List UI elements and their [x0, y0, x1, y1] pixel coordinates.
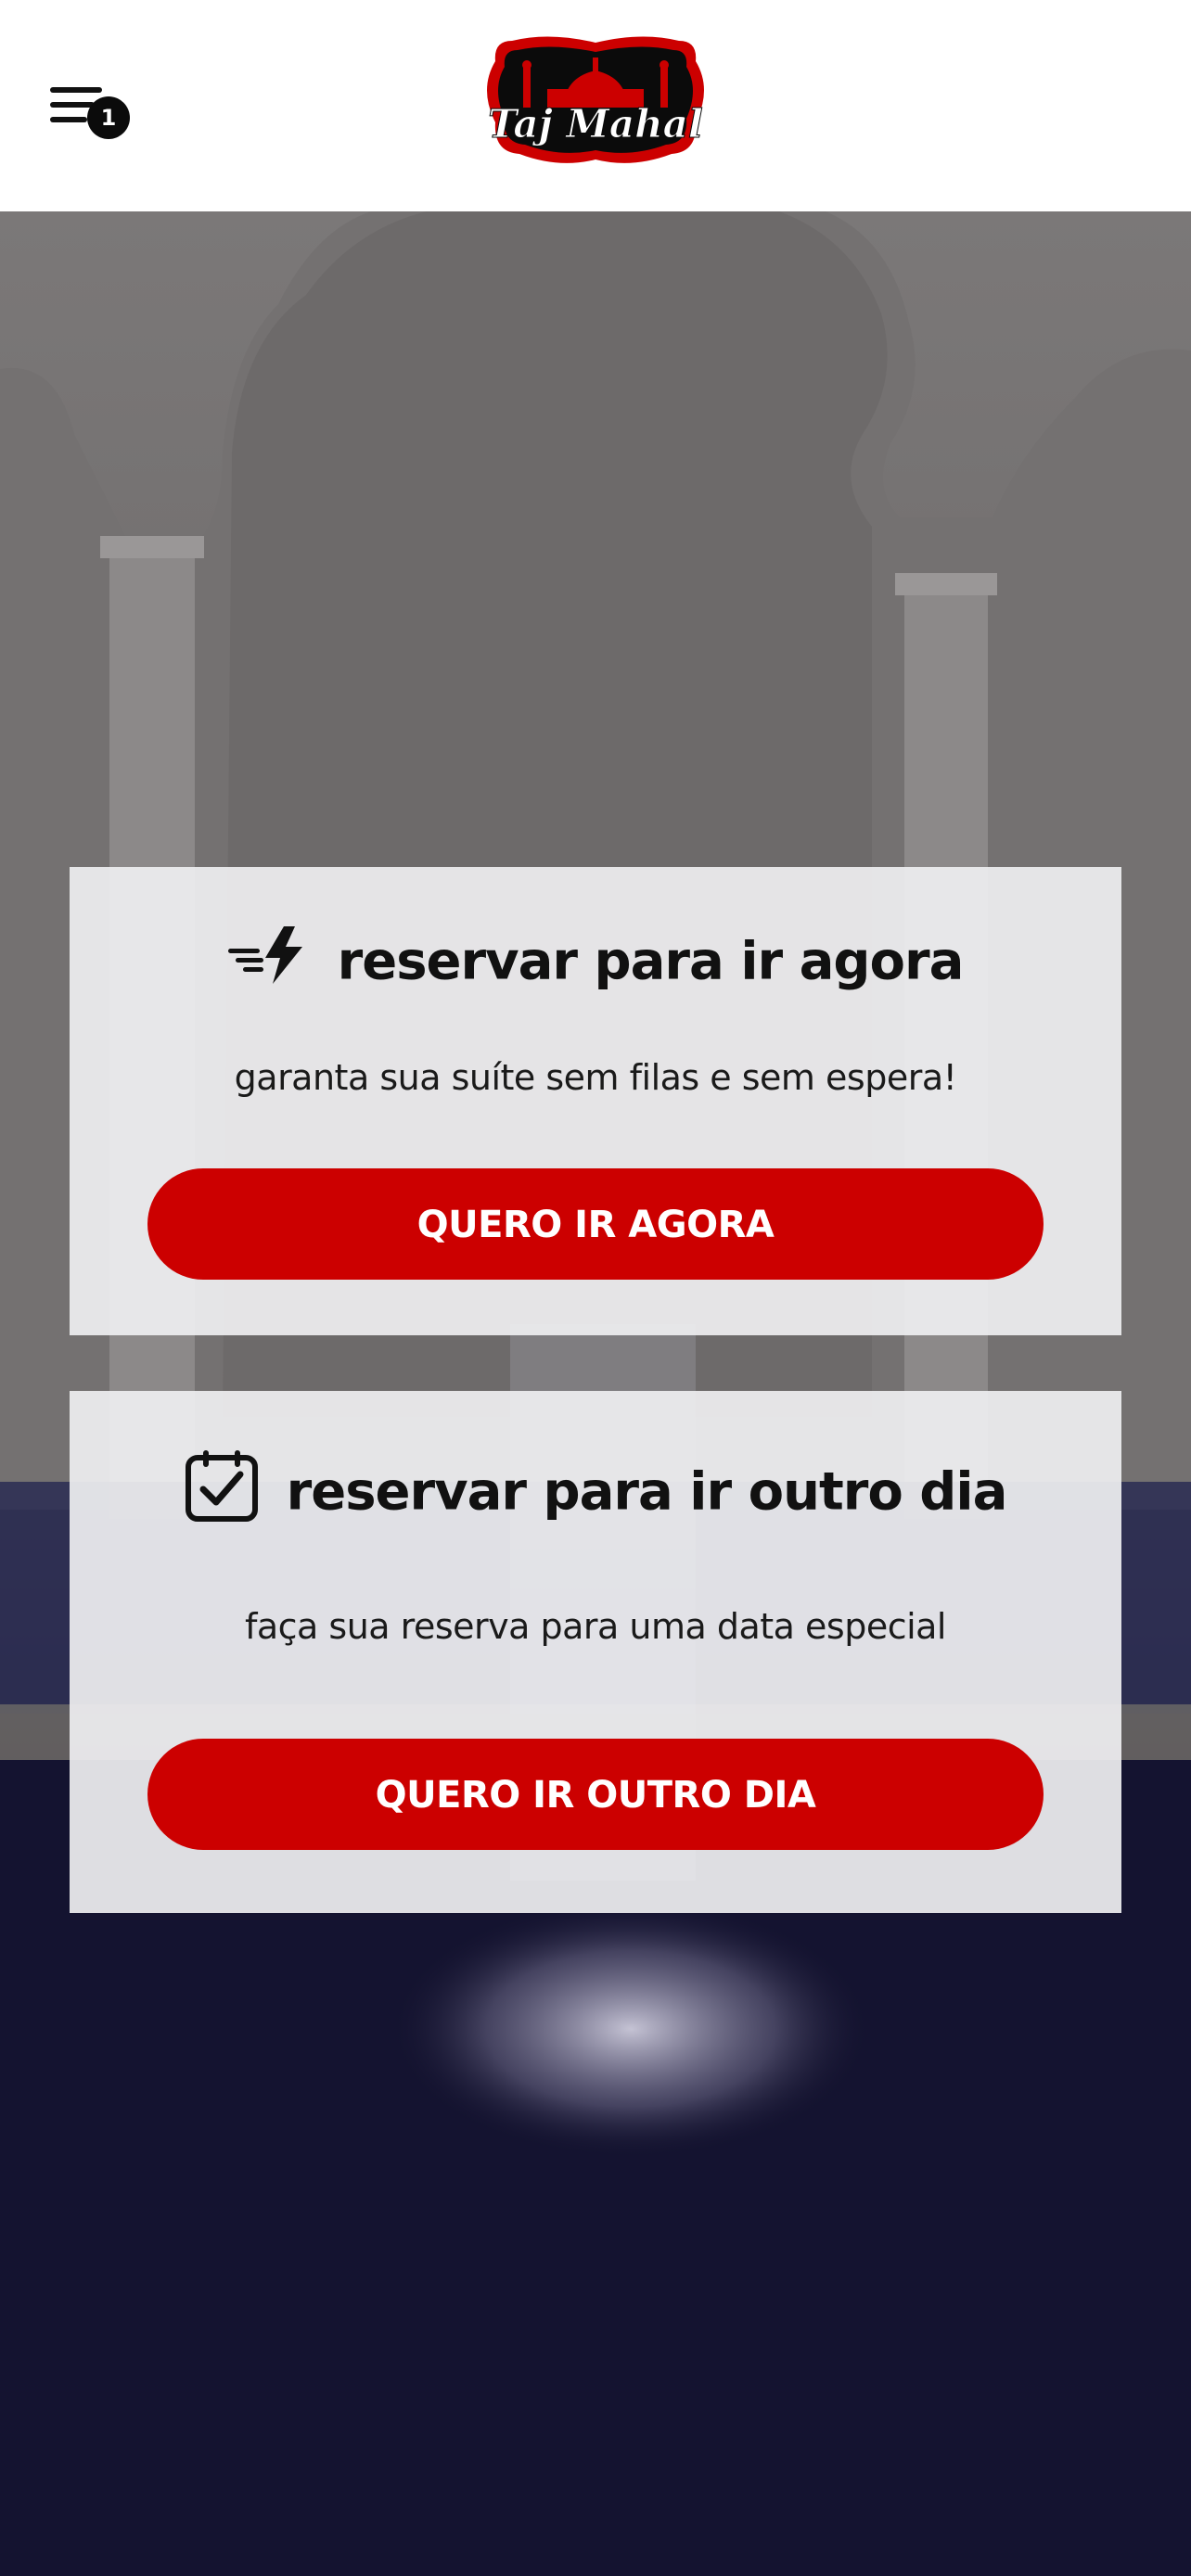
go-now-button[interactable]: QUERO IR AGORA: [147, 1168, 1044, 1280]
reserve-now-card: reservar para ir agora garanta sua suíte…: [70, 867, 1121, 1335]
menu-icon: [50, 87, 102, 93]
reserve-other-day-card: reservar para ir outro dia faça sua rese…: [70, 1391, 1121, 1913]
reserve-now-title: reservar para ir agora: [70, 925, 1121, 999]
go-other-day-button[interactable]: QUERO IR OUTRO DIA: [147, 1739, 1044, 1850]
menu-button[interactable]: 1: [50, 83, 134, 148]
menu-icon-line: [50, 102, 95, 108]
card-title-text: reservar para ir agora: [337, 931, 965, 992]
reserve-other-day-title: reservar para ir outro dia: [70, 1448, 1121, 1536]
app-header: 1 Taj Mahal: [0, 0, 1191, 211]
logo-wordmark: Taj Mahal: [488, 101, 703, 147]
lightning-speed-icon: [227, 925, 310, 999]
reserve-now-subtitle: garanta sua suíte sem filas e sem espera…: [234, 1057, 957, 1098]
reserve-other-day-subtitle: faça sua reserva para uma data especial: [245, 1606, 947, 1647]
menu-icon-line: [50, 117, 87, 122]
cart-count-badge: 1: [87, 96, 130, 139]
calendar-check-icon: [185, 1448, 259, 1536]
taj-mahal-logo[interactable]: Taj Mahal: [475, 33, 716, 171]
card-title-text: reservar para ir outro dia: [286, 1461, 1008, 1523]
